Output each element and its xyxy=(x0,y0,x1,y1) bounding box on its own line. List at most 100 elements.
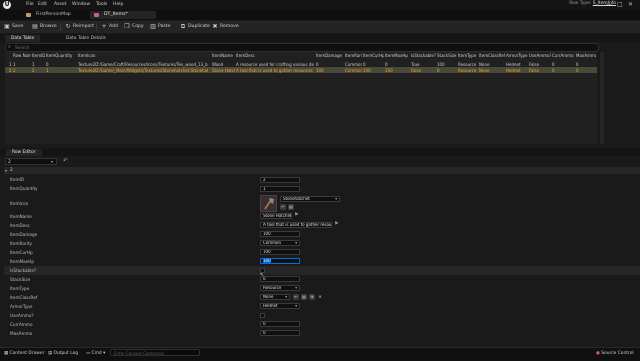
column-header[interactable]: UseAmmo? xyxy=(529,53,551,58)
item-type-dropdown[interactable]: Resource ▾ xyxy=(260,285,300,291)
unreal-logo-icon[interactable]: U xyxy=(3,1,11,9)
column-header[interactable]: StackSize xyxy=(437,53,457,58)
prop-label-item-type: ItemType xyxy=(10,286,30,291)
save-button[interactable]: ▣ Save xyxy=(4,23,23,31)
use-selected-icon[interactable]: ↩ xyxy=(293,294,299,300)
browse-asset-icon[interactable]: ↩ xyxy=(280,204,286,210)
reimport-icon: ↻ xyxy=(65,23,71,30)
content-drawer-button[interactable]: ▦ Content Drawer xyxy=(4,351,44,356)
max-ammo-field[interactable]: 0 xyxy=(260,330,300,336)
output-log-button[interactable]: ▤ Output Log xyxy=(48,351,78,356)
table-cell: 0 xyxy=(552,67,555,73)
add-button[interactable]: + Add xyxy=(101,23,117,31)
paste-button[interactable]: ▥ Paste xyxy=(150,23,170,31)
struct-section-header[interactable] xyxy=(4,167,640,174)
search-box[interactable] xyxy=(5,43,599,52)
reset-arrow-icon[interactable]: ↶ xyxy=(63,158,68,164)
table-cell: None xyxy=(479,67,490,73)
row-type-value[interactable]: S_ItemInfo xyxy=(593,1,616,6)
menu-asset[interactable]: Asset xyxy=(54,2,67,7)
menu-window[interactable]: Window xyxy=(72,2,90,7)
curr-ammo-field[interactable]: 0 xyxy=(260,321,300,327)
copy-button[interactable]: ❐ Copy xyxy=(124,23,143,31)
column-header[interactable]: ItemDamage xyxy=(316,53,344,58)
item-max-hp-selected-text: 100 xyxy=(263,258,271,263)
use-ammo-checkbox[interactable] xyxy=(260,313,265,318)
item-cur-hp-field[interactable]: 100 xyxy=(260,249,300,255)
column-header[interactable]: CurrAmmo xyxy=(552,53,575,58)
plus-icon: + xyxy=(101,23,107,30)
browse-button[interactable]: ▤ Browse xyxy=(32,23,57,31)
armor-type-dropdown[interactable]: Helmet ▾ xyxy=(260,303,300,309)
row-name-dropdown[interactable]: 2 xyxy=(5,158,57,165)
item-damage-field[interactable]: 100 xyxy=(260,231,300,237)
remove-button[interactable]: ✖ Remove xyxy=(212,23,238,31)
data-table-icon xyxy=(94,13,99,17)
tab-dt-items[interactable]: DT_Items* xyxy=(90,11,156,19)
source-control-label: Source Control xyxy=(601,351,634,356)
item-icon-thumbnail[interactable] xyxy=(260,195,277,212)
table-scrollbar[interactable] xyxy=(600,52,604,144)
find-in-browser-icon[interactable]: ▤ xyxy=(288,204,294,210)
localization-icon[interactable]: ⚑ xyxy=(294,212,298,218)
tab-data-table-details[interactable]: Data Table Details xyxy=(60,35,112,42)
source-control-button[interactable]: ● Source Control xyxy=(596,351,634,356)
column-header[interactable]: ItemIcon xyxy=(78,53,208,58)
item-rarity-value: Common xyxy=(263,240,282,245)
prop-label-item-max-hp: ItemMaxHp xyxy=(10,259,34,264)
table-cell: 100 xyxy=(316,67,324,73)
clear-icon[interactable]: ✕ xyxy=(317,294,323,300)
item-desc-field[interactable]: A tool that is used to gather resources xyxy=(260,222,332,228)
column-header[interactable]: ItemDesc xyxy=(236,53,314,58)
tab-row-editor[interactable]: Row Editor xyxy=(6,149,42,156)
column-header[interactable]: ArmorType xyxy=(506,53,528,58)
table-cell: 0 xyxy=(437,67,440,73)
column-header[interactable]: ItemQuantity xyxy=(46,53,77,58)
item-rarity-dropdown[interactable]: Common ▾ xyxy=(260,240,300,246)
item-icon-asset-picker[interactable]: Stonehatchet ▾ xyxy=(280,196,340,202)
minimize-icon[interactable]: — xyxy=(606,1,612,8)
column-header[interactable]: ItemCurHp xyxy=(363,53,384,58)
reimport-button[interactable]: ↻ Reimport xyxy=(65,23,94,31)
table-cell: Texture2D'/Game/_Main/Widgets/Textures/S… xyxy=(78,67,208,73)
column-header[interactable]: Row Name xyxy=(13,53,31,58)
tab-label: DT_Items* xyxy=(104,12,128,17)
cmd-label: Cmd xyxy=(91,351,102,356)
browse-class-icon[interactable]: ▤ xyxy=(301,294,307,300)
paste-icon: ▥ xyxy=(150,23,156,30)
column-header[interactable]: ItemName xyxy=(212,53,235,58)
menu-help[interactable]: Help xyxy=(113,2,123,7)
column-header[interactable]: ItemRarity xyxy=(345,53,362,58)
column-header[interactable]: MaxAmmo xyxy=(576,53,596,58)
duplicate-button[interactable]: ⧉ Duplicate xyxy=(180,23,210,31)
collapse-arrow-icon[interactable]: ▾ xyxy=(5,168,7,173)
item-name-field[interactable]: Stone Hatchet xyxy=(260,213,292,219)
duplicate-icon: ⧉ xyxy=(180,23,186,30)
menu-file[interactable]: File xyxy=(26,2,34,7)
item-max-hp-field[interactable]: 100 xyxy=(260,258,300,264)
item-class-ref-picker[interactable]: None ▾ xyxy=(260,294,290,300)
menu-tools[interactable]: Tools xyxy=(96,2,107,7)
column-header[interactable]: IsStackable? xyxy=(411,53,436,58)
localization-icon[interactable]: ⚑ xyxy=(334,221,338,227)
cmd-dropdown[interactable]: ▭ Cmd ▾ xyxy=(86,351,105,356)
item-quantity-field[interactable]: 1 xyxy=(260,186,300,192)
column-header[interactable]: ItemMaxHp xyxy=(385,53,410,58)
prop-label-item-id: ItemID xyxy=(10,177,24,182)
column-header[interactable]: ItemClassRef xyxy=(479,53,505,58)
column-header[interactable]: ItemType xyxy=(458,53,478,58)
prop-label-curr-ammo: CurrAmmo xyxy=(10,322,33,327)
paste-label: Paste xyxy=(158,24,171,29)
stack-size-field[interactable]: 0 xyxy=(260,276,300,282)
tab-first-person-map[interactable]: FirstPersonMap xyxy=(22,11,77,19)
close-icon[interactable]: ✕ xyxy=(628,1,633,8)
search-input[interactable]: Search xyxy=(15,45,29,50)
maximize-icon[interactable]: □ xyxy=(617,1,623,8)
add-icon[interactable]: ⊕ xyxy=(309,294,315,300)
chevron-down-icon[interactable]: ▾ xyxy=(51,159,53,164)
menu-edit[interactable]: Edit xyxy=(38,2,47,7)
console-command-input[interactable]: Enter Console Command xyxy=(110,349,200,356)
tab-data-table[interactable]: Data Table xyxy=(5,35,41,42)
item-id-field[interactable]: 2 xyxy=(260,177,300,183)
column-header[interactable]: ItemID xyxy=(32,53,45,58)
